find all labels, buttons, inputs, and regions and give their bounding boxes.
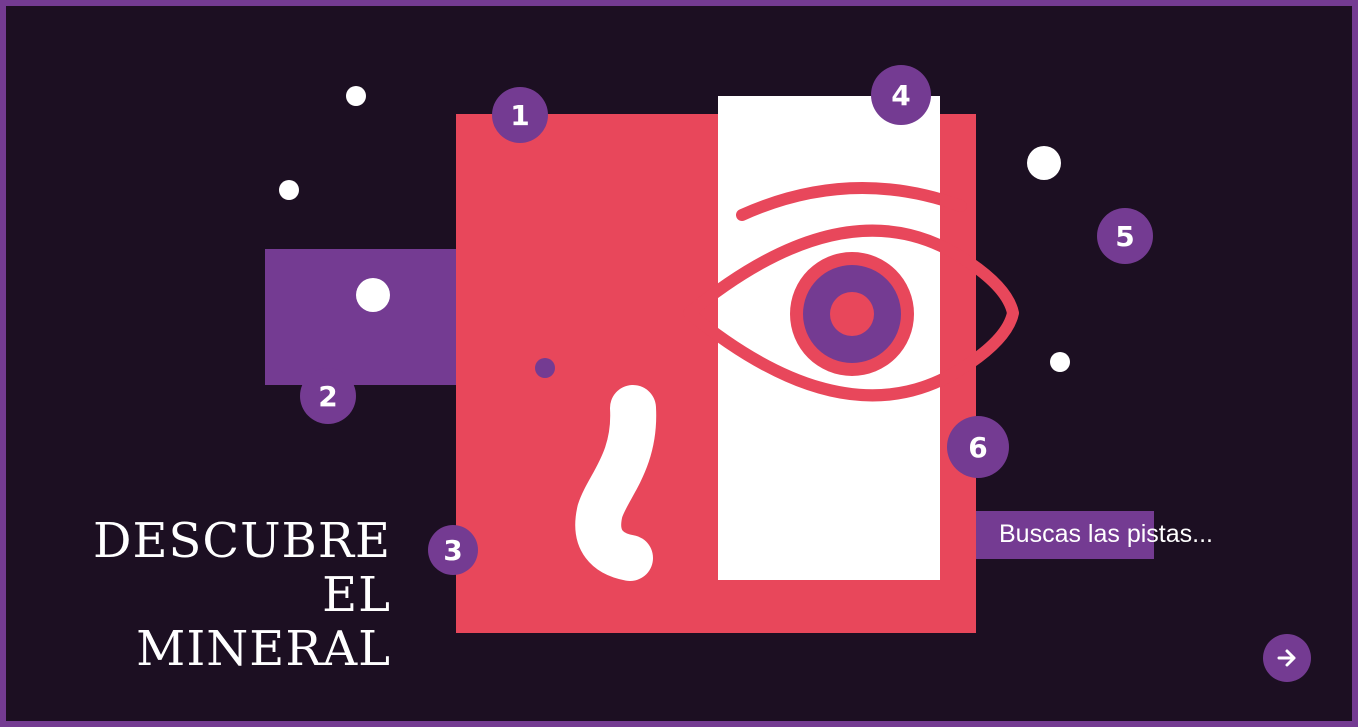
- worm-shape: [575, 385, 657, 581]
- next-button[interactable]: [1263, 634, 1311, 682]
- hotspot-1[interactable]: 1: [492, 87, 548, 143]
- title-line-1: DESCUBRE EL: [92, 513, 391, 623]
- scene-frame: DESCUBRE EL MINERAL Buscas las pistas...…: [6, 6, 1352, 721]
- hotspot-4[interactable]: 4: [871, 65, 931, 125]
- hotspot-6[interactable]: 6: [947, 416, 1009, 478]
- eye-brow: [736, 182, 967, 221]
- hotspot-2[interactable]: 2: [300, 368, 356, 424]
- hotspot-5[interactable]: 5: [1097, 208, 1153, 264]
- clue-text: Buscas las pistas...: [999, 520, 1213, 548]
- hotspot-3[interactable]: 3: [428, 525, 478, 575]
- scene-title: DESCUBRE EL MINERAL: [46, 514, 391, 676]
- arrow-right-icon: [1277, 649, 1296, 667]
- title-line-2: MINERAL: [136, 621, 391, 677]
- eye-pupil: [830, 292, 874, 336]
